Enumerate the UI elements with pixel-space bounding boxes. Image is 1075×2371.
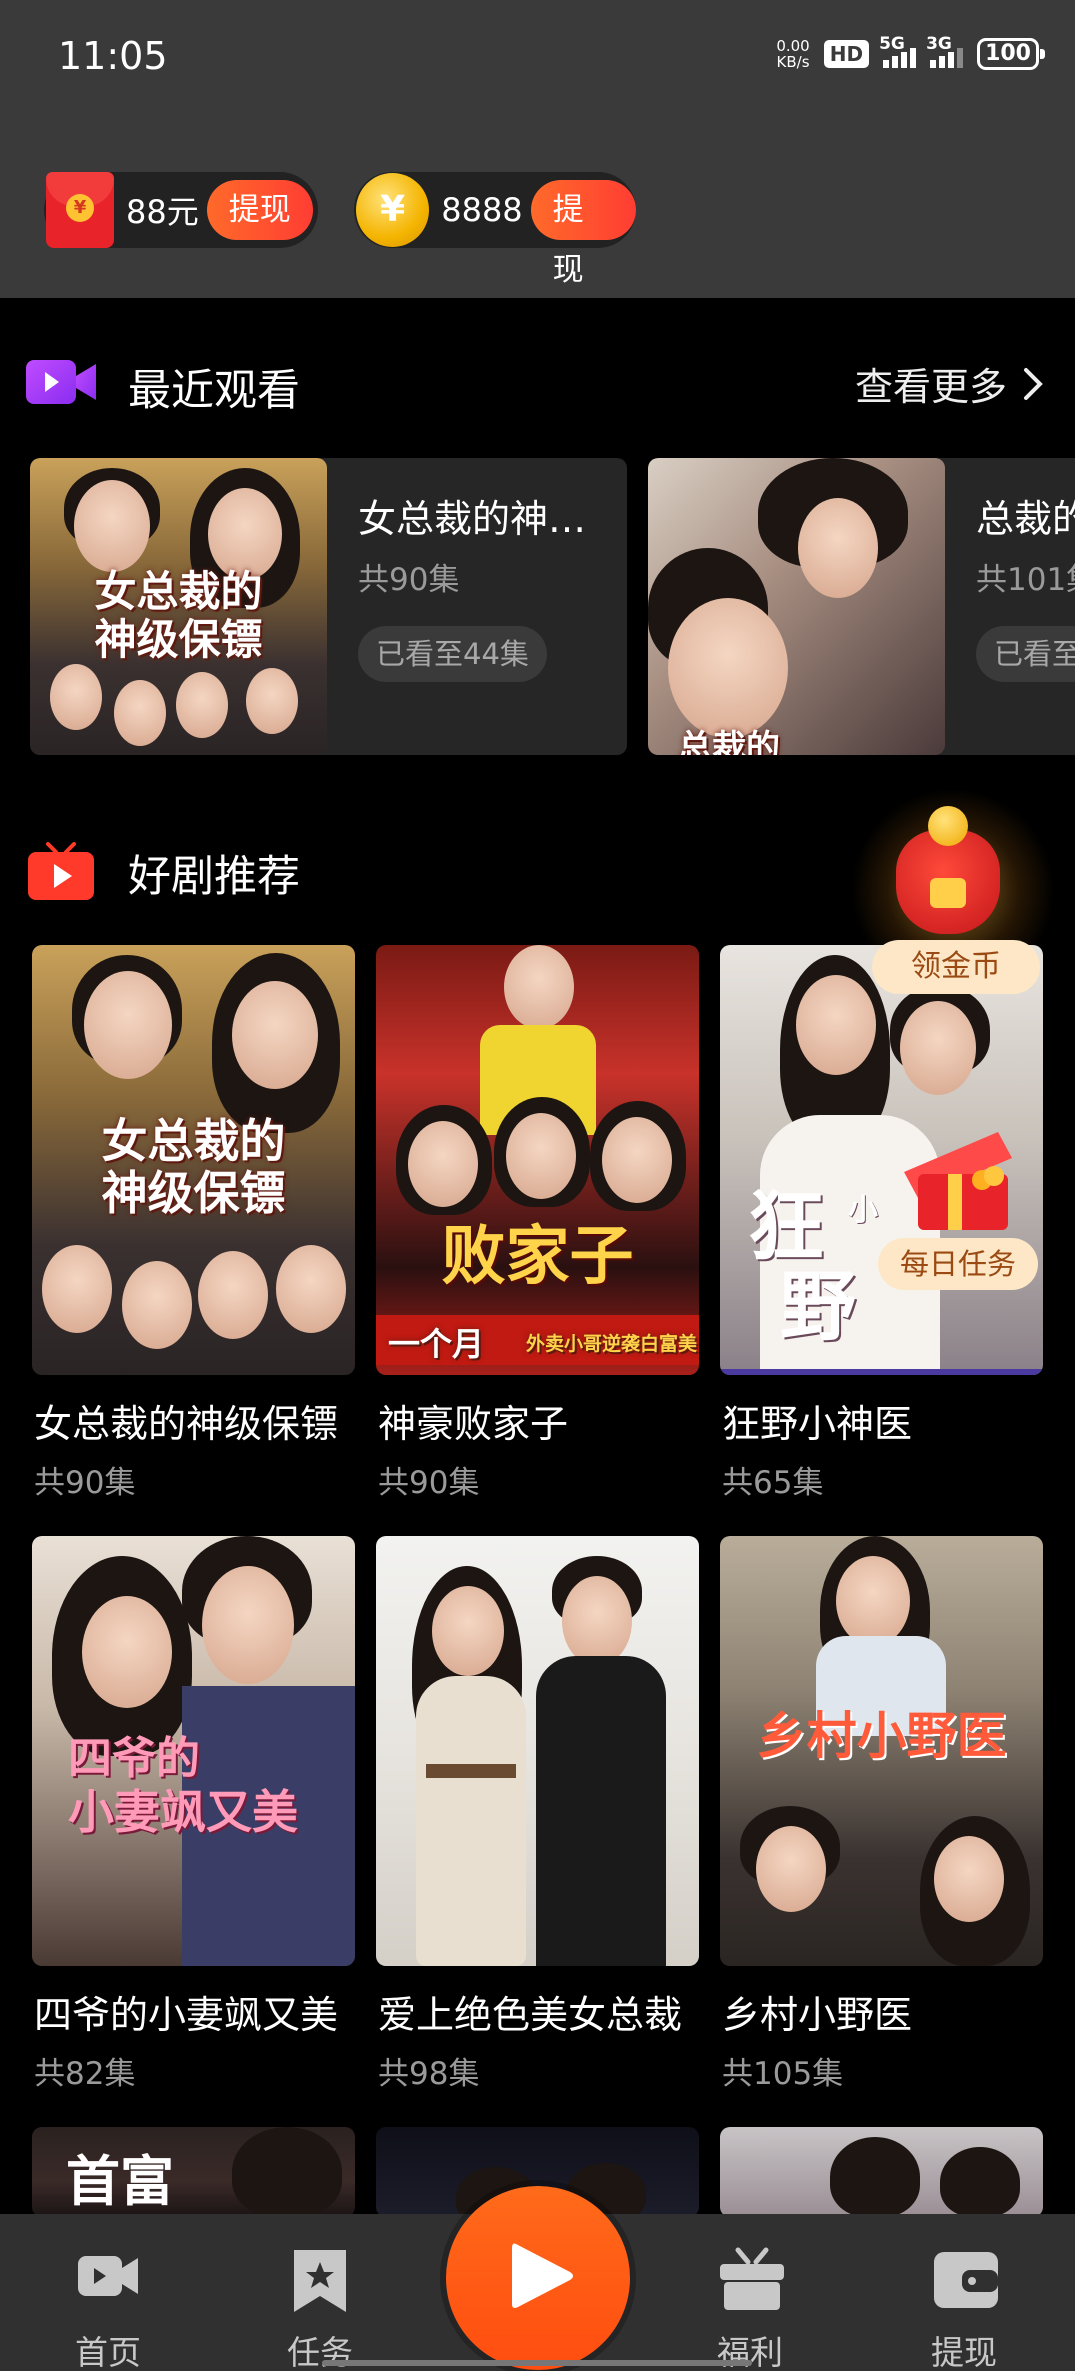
- tv-icon: [28, 842, 94, 900]
- gift-box-icon: [904, 1132, 1012, 1230]
- status-icons: 0.00 KB/s HD 5G 3G 100: [776, 34, 1045, 70]
- poster-image: 败家子 一个月 外卖小哥逆袭白富美: [376, 945, 699, 1375]
- play-button[interactable]: [446, 2186, 630, 2370]
- signal-3g-icon: 3G: [926, 34, 964, 68]
- signal-5g-label: 5G: [879, 34, 905, 54]
- play-icon: [512, 2243, 573, 2308]
- video-camera-icon: [26, 360, 96, 404]
- drama-episodes: 共98集: [378, 2056, 480, 2092]
- drama-title: 神豪败家子: [378, 1402, 569, 1446]
- coin-withdraw-button[interactable]: 提现: [530, 180, 636, 288]
- drama-card[interactable]: 乡村小野医 乡村小野医 共105集: [720, 1536, 1043, 2096]
- recent-episodes: 共101集: [976, 562, 1075, 598]
- net-speed-unit: KB/s: [776, 53, 810, 71]
- gold-coin-icon: ¥: [356, 173, 430, 247]
- recent-card[interactable]: 女总裁的 神级保镖 女总裁的神级保镖 共90集 已看至44集: [30, 458, 627, 755]
- drama-episodes: 共90集: [34, 1465, 136, 1501]
- bag-tag-icon: [930, 878, 966, 908]
- cash-withdraw-button[interactable]: 提现: [206, 180, 313, 240]
- drama-episodes: 共105集: [722, 2056, 844, 2092]
- watch-progress-badge: 已看至: [976, 626, 1075, 682]
- red-packet-icon: [46, 172, 114, 248]
- drama-card[interactable]: 首富: [32, 2127, 355, 2217]
- daily-task-button[interactable]: 每日任务: [878, 1238, 1038, 1290]
- recent-title: 女总裁的神级保镖: [358, 497, 608, 541]
- drama-episodes: 共82集: [34, 2056, 136, 2092]
- poster-subtitle-text: 一个月: [388, 1325, 485, 1363]
- coin-amount: 8888: [441, 191, 523, 229]
- drama-card[interactable]: 爱上绝色美女总裁 共98集: [376, 1536, 699, 2096]
- poster-title-text: 野: [780, 1262, 856, 1351]
- tab-withdraw[interactable]: 提现: [904, 2234, 1024, 2371]
- view-more-label: 查看更多: [854, 365, 1007, 409]
- recent-section-header: 最近观看 查看更多: [0, 352, 1075, 416]
- poster-image: 首富: [32, 2127, 355, 2217]
- signal-3g-label: 3G: [926, 34, 952, 54]
- gift-icon: [720, 2247, 784, 2310]
- poster-image: 女总裁的 神级保镖: [30, 458, 327, 755]
- net-speed-value: 0.00: [776, 37, 810, 55]
- cash-amount: 88元: [126, 193, 199, 231]
- drama-card[interactable]: 四爷的 小妻飒又美 四爷的小妻飒又美 共82集: [32, 1536, 355, 2096]
- header: 11:05 0.00 KB/s HD 5G 3G 100 88元 提现 ¥ 88…: [0, 0, 1075, 298]
- poster-image: [376, 1536, 699, 1966]
- poster-title-text: 神级保镖: [94, 615, 263, 664]
- tab-home[interactable]: 首页: [48, 2234, 168, 2371]
- drama-title: 狂野小神医: [722, 1402, 913, 1446]
- drama-title: 乡村小野医: [722, 1993, 913, 2037]
- drama-card[interactable]: [720, 2127, 1043, 2217]
- net-speed: 0.00 KB/s: [776, 38, 809, 70]
- poster-image: [720, 2127, 1043, 2217]
- coin-balance[interactable]: ¥ 8888 提现: [354, 172, 636, 288]
- drama-episodes: 共90集: [378, 1465, 480, 1501]
- tab-label: 首页: [75, 2333, 141, 2371]
- recent-title: 总裁的: [976, 497, 1075, 541]
- drama-card[interactable]: 女总裁的 神级保镖 女总裁的神级保镖 共90集: [32, 945, 355, 1505]
- chevron-right-icon: [1024, 367, 1043, 400]
- poster-image: 总裁的: [648, 458, 945, 755]
- tab-label: 提现: [931, 2333, 997, 2371]
- poster-title-text: 首富: [66, 2149, 174, 2213]
- signal-5g-icon: 5G: [879, 34, 917, 68]
- poster-image: 女总裁的 神级保镖: [32, 945, 355, 1375]
- battery-icon: 100: [977, 38, 1045, 70]
- poster-title-text: 乡村小野医: [756, 1706, 1007, 1765]
- recommend-section-title: 好剧推荐: [128, 852, 300, 902]
- drama-title: 爱上绝色美女总裁: [378, 1993, 683, 2037]
- poster-title-text: 总裁的: [678, 728, 780, 755]
- recent-card[interactable]: 总裁的 总裁的 共101集 已看至: [648, 458, 1075, 755]
- claim-coins-button[interactable]: 领金币: [872, 940, 1040, 994]
- status-time: 11:05: [58, 34, 168, 78]
- view-more-link[interactable]: 查看更多: [855, 356, 1043, 411]
- wallet-icon: [934, 2252, 998, 2308]
- poster-tagline-text: 外卖小哥逆袭白富美: [526, 1333, 698, 1355]
- tab-welfare[interactable]: 福利: [690, 2234, 810, 2371]
- watch-progress-badge: 已看至44集: [358, 626, 547, 682]
- drama-card[interactable]: 败家子 一个月 外卖小哥逆袭白富美 神豪败家子 共90集: [376, 945, 699, 1505]
- poster-title-text: 败家子: [441, 1219, 634, 1294]
- hd-icon: HD: [823, 40, 870, 68]
- recent-section-title: 最近观看: [128, 366, 300, 416]
- gold-coin-icon: [928, 806, 968, 846]
- poster-image: 四爷的 小妻飒又美: [32, 1536, 355, 1966]
- bookmark-star-icon: [294, 2250, 346, 2312]
- recent-list: 女总裁的 神级保镖 女总裁的神级保镖 共90集 已看至44集 总裁的 总裁的 共…: [30, 458, 1075, 758]
- drama-title: 四爷的小妻飒又美: [34, 1993, 339, 2037]
- poster-title-text: 神级保镖: [101, 1166, 286, 1220]
- tab-tasks[interactable]: 任务: [260, 2234, 380, 2371]
- recent-episodes: 共90集: [358, 562, 460, 598]
- poster-image: 乡村小野医: [720, 1536, 1043, 1966]
- drama-episodes: 共65集: [722, 1465, 824, 1501]
- daily-task-widget[interactable]: 每日任务: [870, 1112, 1038, 1290]
- cash-balance[interactable]: 88元 提现: [44, 172, 318, 248]
- drama-title: 女总裁的神级保镖: [34, 1402, 339, 1446]
- video-camera-icon: [78, 2256, 138, 2296]
- poster-title-text: 小妻飒又美: [68, 1785, 298, 1839]
- home-indicator: [322, 2360, 752, 2366]
